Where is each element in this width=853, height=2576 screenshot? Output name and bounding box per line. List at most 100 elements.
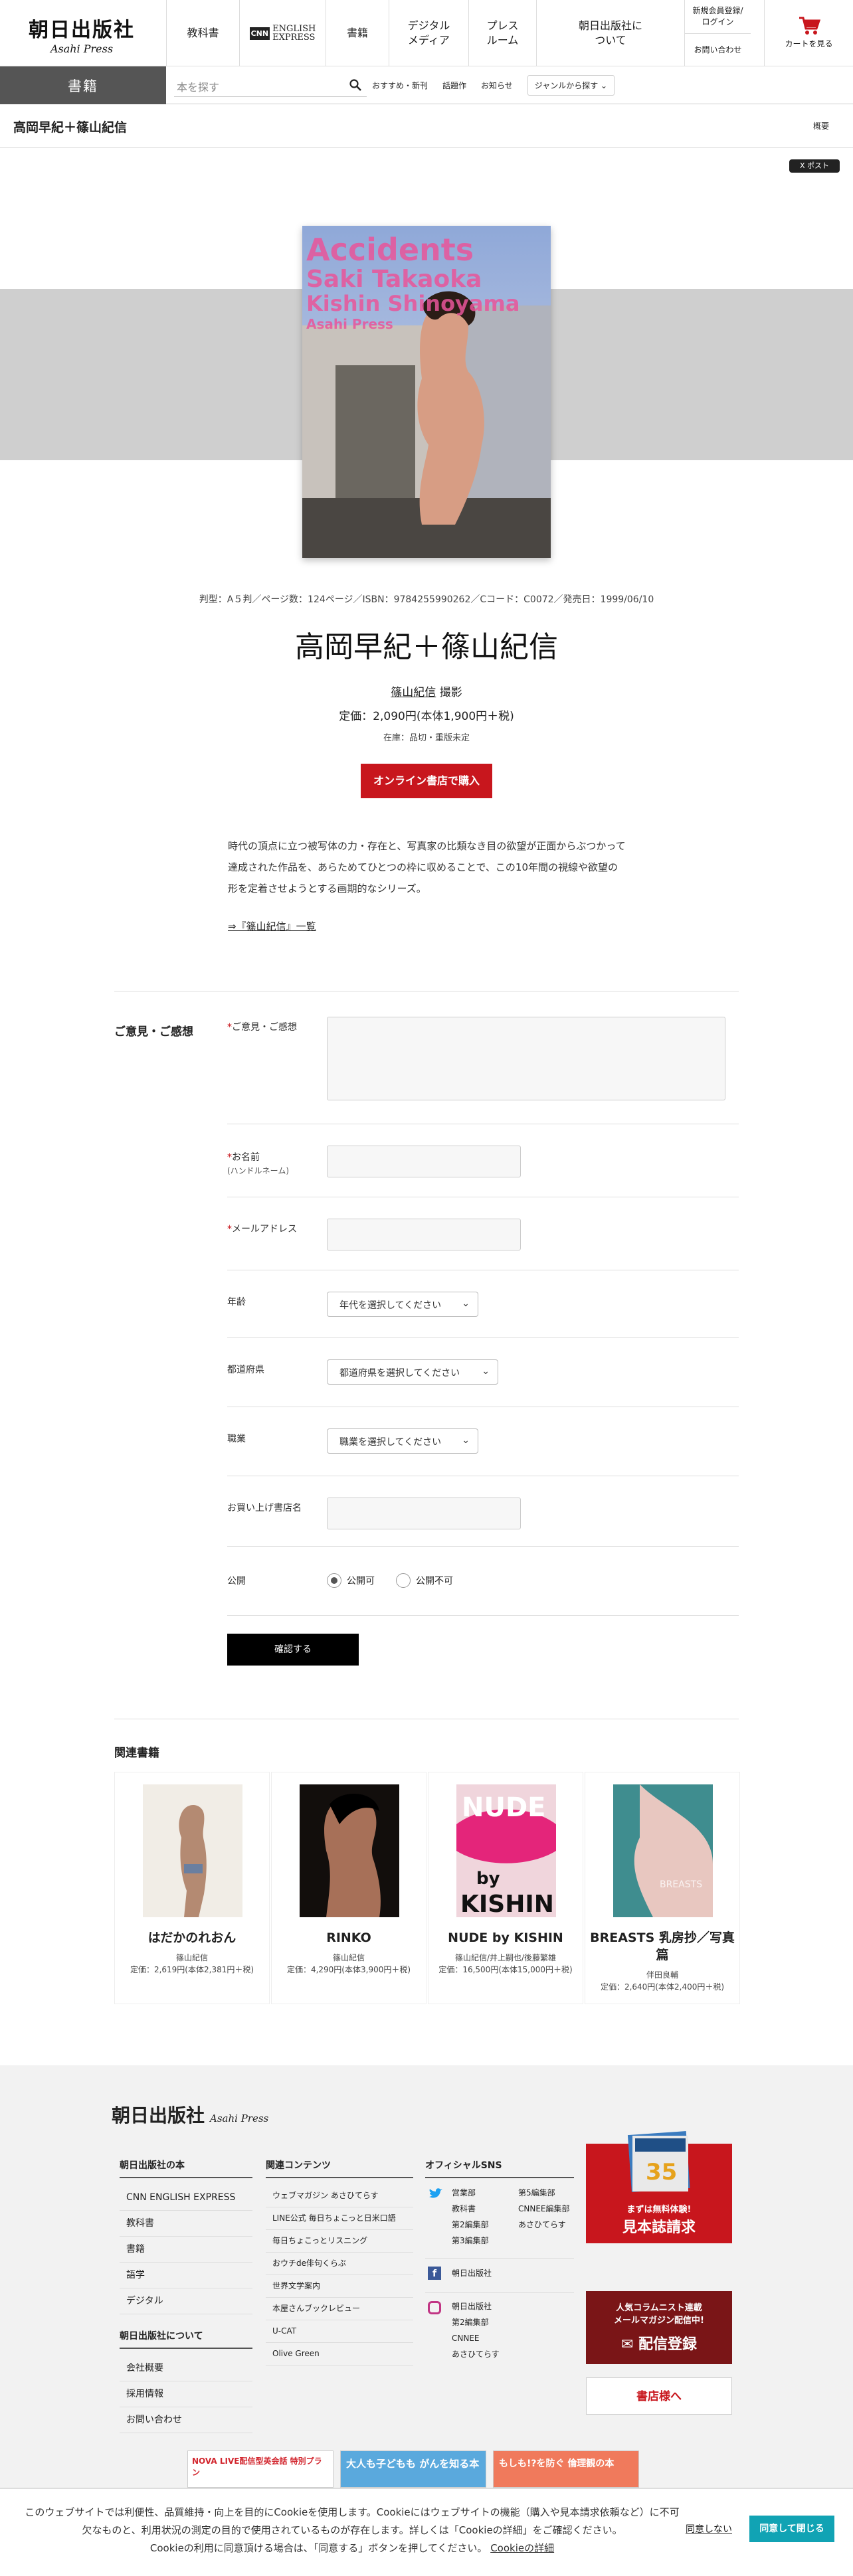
nav-books[interactable]: 書籍 [326,0,389,66]
newsletter-banner[interactable]: 人気コラムニスト連載 メールマガジン配信中! ✉ 配信登録 [586,2291,732,2364]
search-input[interactable]: 本を探す [174,74,367,97]
for-bookstores-button[interactable]: 書店様へ [586,2377,732,2415]
sample-request-banner[interactable]: 35 まずは無料体験! 見本誌請求 [586,2131,732,2243]
sns-link[interactable]: 第2編集部 [452,2217,489,2233]
confirm-button[interactable]: 確認する [227,1634,359,1666]
feedback-form: ご意見・ご感想 *ご意見・ご感想 *お名前 (ハンドルネーム) *メールアドレス … [114,991,739,1635]
related-author: 篠山紀信/井上嗣也/後藤繁雄 [454,1953,557,1962]
nav-digital[interactable]: デジタル メディア [389,0,468,66]
related-book-card[interactable]: BREASTS BREASTS 乳房抄／写真篇 伴田良輔 定価：2,640円(本… [585,1772,740,2004]
name-label: お名前 [232,1152,260,1163]
name-field[interactable] [327,1146,521,1177]
footer-link[interactable]: 語学 [120,2263,252,2288]
author-link[interactable]: 篠山紀信 [391,686,436,699]
nav-press[interactable]: プレス ルーム [468,0,536,66]
sns-link[interactable]: あさひてらす [452,2346,500,2362]
contact-link[interactable]: お問い合わせ [685,33,751,66]
nav-label: 朝日出版社に ついて [578,19,642,46]
footer-logo-sub: Asahi Press [210,2112,269,2124]
genre-dropdown[interactable]: ジャンルから探す ⌄ [527,75,615,96]
related-price: 定価：2,619円(本体2,381円＋税) [130,1965,254,1974]
nav-cnn[interactable]: CNN ENGLISH EXPRESS [239,0,326,66]
sns-link[interactable]: CNNEE [452,2330,500,2346]
book-price: 定価：2,090円(本体1,900円＋税) [339,710,514,723]
row-public: 公開 公開可 公開不可 [227,1547,739,1616]
search-icon[interactable] [349,79,361,91]
cookie-text: このウェブサイトでは利便性、品質維持・向上を目的にCookieを使用します。Co… [20,2504,684,2557]
cookie-decline-button[interactable]: 同意しない [686,2522,732,2535]
related-title: はだかのれおん [147,1931,237,1945]
stock-status: 在庫：品切・重版未定 [383,733,470,743]
sns-link[interactable]: 第5編集部 [518,2185,570,2201]
footer-link[interactable]: 会社概要 [120,2356,252,2381]
svg-text:35: 35 [646,2159,677,2186]
nova-banner[interactable]: NOVA LIVE配信型英会話 特別プラン [187,2450,333,2488]
book-description: 時代の頂点に立つ被写体の力・存在と、写真家の比類なき目の欲望が正面からぶつかって… [228,840,626,895]
row-opinion: *ご意見・ご感想 [227,991,739,1124]
cookie-detail-link[interactable]: Cookieの詳細 [490,2542,554,2554]
email-label: メールアドレス [232,1224,297,1235]
email-field[interactable] [327,1219,521,1250]
footer-link[interactable]: おウチde俳句くらぶ [266,2253,413,2275]
footer-link[interactable]: 世界文学案内 [266,2275,413,2298]
link-topics[interactable]: 話題作 [442,80,466,91]
sns-link[interactable]: 営業部 [452,2185,489,2201]
footer-link[interactable]: 毎日ちょこっとリスニング [266,2230,413,2253]
age-select[interactable]: 年代を選択してください ⌄ [327,1292,478,1317]
cnn-label: ENGLISH EXPRESS [272,24,316,43]
radio-public-yes[interactable] [327,1573,341,1588]
link-new[interactable]: おすすめ・新刊 [372,80,428,91]
sns-link[interactable]: 朝日出版社 [452,2265,492,2281]
footer-logo[interactable]: 朝日出版社 Asahi Press [112,2101,268,2128]
overview-link[interactable]: 概要 [813,120,829,131]
pref-select[interactable]: 都道府県を選択してください ⌄ [327,1359,498,1385]
footer-link[interactable]: U-CAT [266,2320,413,2343]
footer-link[interactable]: ウェブマガジン あさひてらす [266,2185,413,2207]
related-book-card[interactable]: RINKO 篠山紀信 定価：4,290円(本体3,900円＋税) [271,1772,427,2004]
site-logo[interactable]: 朝日出版社 Asahi Press [19,13,145,55]
radio-public-no[interactable] [396,1573,411,1588]
job-select-value: 職業を選択してください [339,1437,442,1448]
cancer-book-banner[interactable]: 大人も子どもも がんを知る本 [340,2450,486,2488]
store-field[interactable] [327,1498,521,1529]
site-footer: 朝日出版社 Asahi Press 朝日出版社の本 CNN ENGLISH EXP… [0,2065,853,2497]
sns-link[interactable]: あさひてらす [518,2217,570,2233]
row-age: 年齢 年代を選択してください ⌄ [227,1270,739,1338]
nav-textbook[interactable]: 教科書 [166,0,239,66]
buy-online-button[interactable]: オンライン書店で購入 [361,764,492,798]
sns-link[interactable]: CNNEE編集部 [518,2201,570,2217]
footer-link[interactable]: デジタル [120,2288,252,2314]
public-radio-group: 公開可 公開不可 [327,1573,453,1588]
footer-link[interactable]: 教科書 [120,2211,252,2237]
job-select[interactable]: 職業を選択してください ⌄ [327,1428,478,1454]
sns-link[interactable]: 第2編集部 [452,2314,500,2330]
footer-link[interactable]: 本屋さんブックレビュー [266,2298,413,2320]
footer-link[interactable]: LINE公式 毎日ちょこっと日米口語 [266,2207,413,2230]
link-news[interactable]: お知らせ [481,80,513,91]
footer-link[interactable]: Olive Green [266,2343,413,2365]
cookie-accept-button[interactable]: 同意して閉じる [749,2516,834,2542]
sns-link[interactable]: 第3編集部 [452,2233,489,2249]
chevron-down-icon: ⌄ [462,1298,470,1309]
svg-text:by: by [476,1869,500,1889]
ethics-book-banner[interactable]: もしも!?を防ぐ 倫理観の本 [493,2450,639,2488]
opinion-textarea[interactable] [327,1017,725,1100]
footer-link[interactable]: 書籍 [120,2237,252,2263]
pref-select-value: 都道府県を選択してください [339,1368,460,1379]
nav-about[interactable]: 朝日出版社に ついて [536,0,684,66]
login-link[interactable]: 新規会員登録/ ログイン [685,0,751,33]
related-book-card[interactable]: NUDE by KISHIN NUDE by KISHIN 篠山紀信/井上嗣也/後藤… [428,1772,583,2004]
related-title: BREASTS 乳房抄／写真篇 [590,1931,735,1962]
tweet-button[interactable]: X ポスト [789,159,840,173]
logo-sub: Asahi Press [50,43,114,55]
sns-link[interactable]: 朝日出版社 [452,2298,500,2314]
series-link[interactable]: ⇒『篠山紀信』一覧 [228,919,316,933]
category-label: 書籍 [0,66,166,104]
related-book-card[interactable]: はだかのれおん 篠山紀信 定価：2,619円(本体2,381円＋税) [114,1772,270,2004]
author-role: 撮影 [436,686,462,699]
footer-link[interactable]: CNN ENGLISH EXPRESS [120,2185,252,2211]
footer-link[interactable]: 採用情報 [120,2381,252,2407]
footer-link[interactable]: お問い合わせ [120,2407,252,2433]
sns-link[interactable]: 教科書 [452,2201,489,2217]
cart-button[interactable]: カートを見る [764,0,853,66]
